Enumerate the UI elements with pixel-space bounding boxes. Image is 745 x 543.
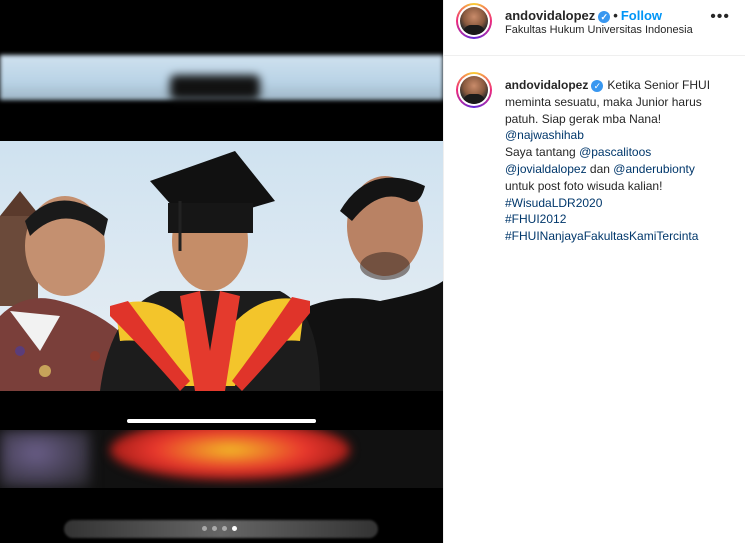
graduation-video-frame[interactable]: ‹ <box>0 141 443 391</box>
profile-photo-icon <box>460 7 488 35</box>
caption-text-segment: Ketika Senior FHUI <box>607 78 711 92</box>
carousel-dot <box>222 526 227 531</box>
caption-text-segment: meminta sesuatu, maka Junior harus <box>505 94 702 109</box>
mention-link[interactable]: @pascalitoos <box>579 145 651 159</box>
post-header: andovidalopez ✓ • Follow Fakultas Hukum Uni… <box>444 0 745 56</box>
caption-line: #WisudaLDR2020 <box>505 195 740 212</box>
caption-username[interactable]: andovidalopez <box>505 78 588 92</box>
caption-line: #FHUINanjayaFakultasKamiTercinta <box>505 228 740 245</box>
verified-badge-icon: ✓ <box>598 11 611 23</box>
follow-button[interactable]: Follow <box>621 8 662 23</box>
carousel-dot <box>232 526 237 531</box>
video-progress-bar[interactable] <box>127 419 316 423</box>
hashtag-link[interactable]: #WisudaLDR2020 <box>505 196 602 210</box>
caption-line: andovidalopez ✓ Ketika Senior FHUI <box>505 77 740 94</box>
mention-link[interactable]: @najwashihab <box>505 128 584 142</box>
blurred-background-top <box>0 55 443 100</box>
caption-line: Saya tantang @pascalitoos <box>505 144 740 161</box>
carousel-dot <box>202 526 207 531</box>
caption-line: @jovialdalopez dan @anderubionty <box>505 161 740 178</box>
carousel-dot <box>212 526 217 531</box>
caption-text: andovidalopez ✓ Ketika Senior FHUI meminta … <box>505 77 740 245</box>
caption-text-segment: Saya tantang <box>505 145 580 160</box>
caption-line: meminta sesuatu, maka Junior harus <box>505 94 740 111</box>
verified-badge-icon: ✓ <box>591 80 604 92</box>
caption-text-segment: untuk post foto wisuda kalian! <box>505 178 663 193</box>
graduation-photo <box>0 141 443 391</box>
caption-line: patuh. Siap gerak mba Nana! <box>505 111 740 128</box>
caption-text-segment: dan <box>586 161 614 176</box>
separator-dot: • <box>613 8 618 23</box>
author-avatar[interactable] <box>456 3 492 39</box>
more-options-icon[interactable]: ••• <box>710 8 730 26</box>
caption-line: #FHUI2012 <box>505 211 740 228</box>
hashtag-link[interactable]: #FHUI2012 <box>505 212 566 226</box>
video-progress-fill <box>127 419 316 423</box>
mention-link[interactable]: @anderubionty <box>613 162 695 176</box>
caption-line: @najwashihab <box>505 127 740 144</box>
header-user-line: andovidalopez ✓ • Follow <box>505 8 662 23</box>
post-details-panel: andovidalopez ✓ • Follow Fakultas Hukum Uni… <box>443 0 745 543</box>
caption-text-segment: patuh. Siap gerak mba Nana! <box>505 111 662 126</box>
post-location[interactable]: Fakultas Hukum Universitas Indonesia <box>505 24 693 36</box>
hashtag-link[interactable]: #FHUINanjayaFakultasKamiTercinta <box>505 229 698 243</box>
caption-author-avatar[interactable] <box>456 72 492 108</box>
author-username[interactable]: andovidalopez <box>505 8 595 23</box>
caption-line: untuk post foto wisuda kalian! <box>505 178 740 195</box>
post-media[interactable]: ‹ <box>0 0 443 543</box>
blurred-background-bottom <box>0 430 443 488</box>
mention-link[interactable]: @jovialdalopez <box>505 162 587 176</box>
profile-photo-icon <box>460 76 488 104</box>
carousel-indicator <box>202 526 237 531</box>
